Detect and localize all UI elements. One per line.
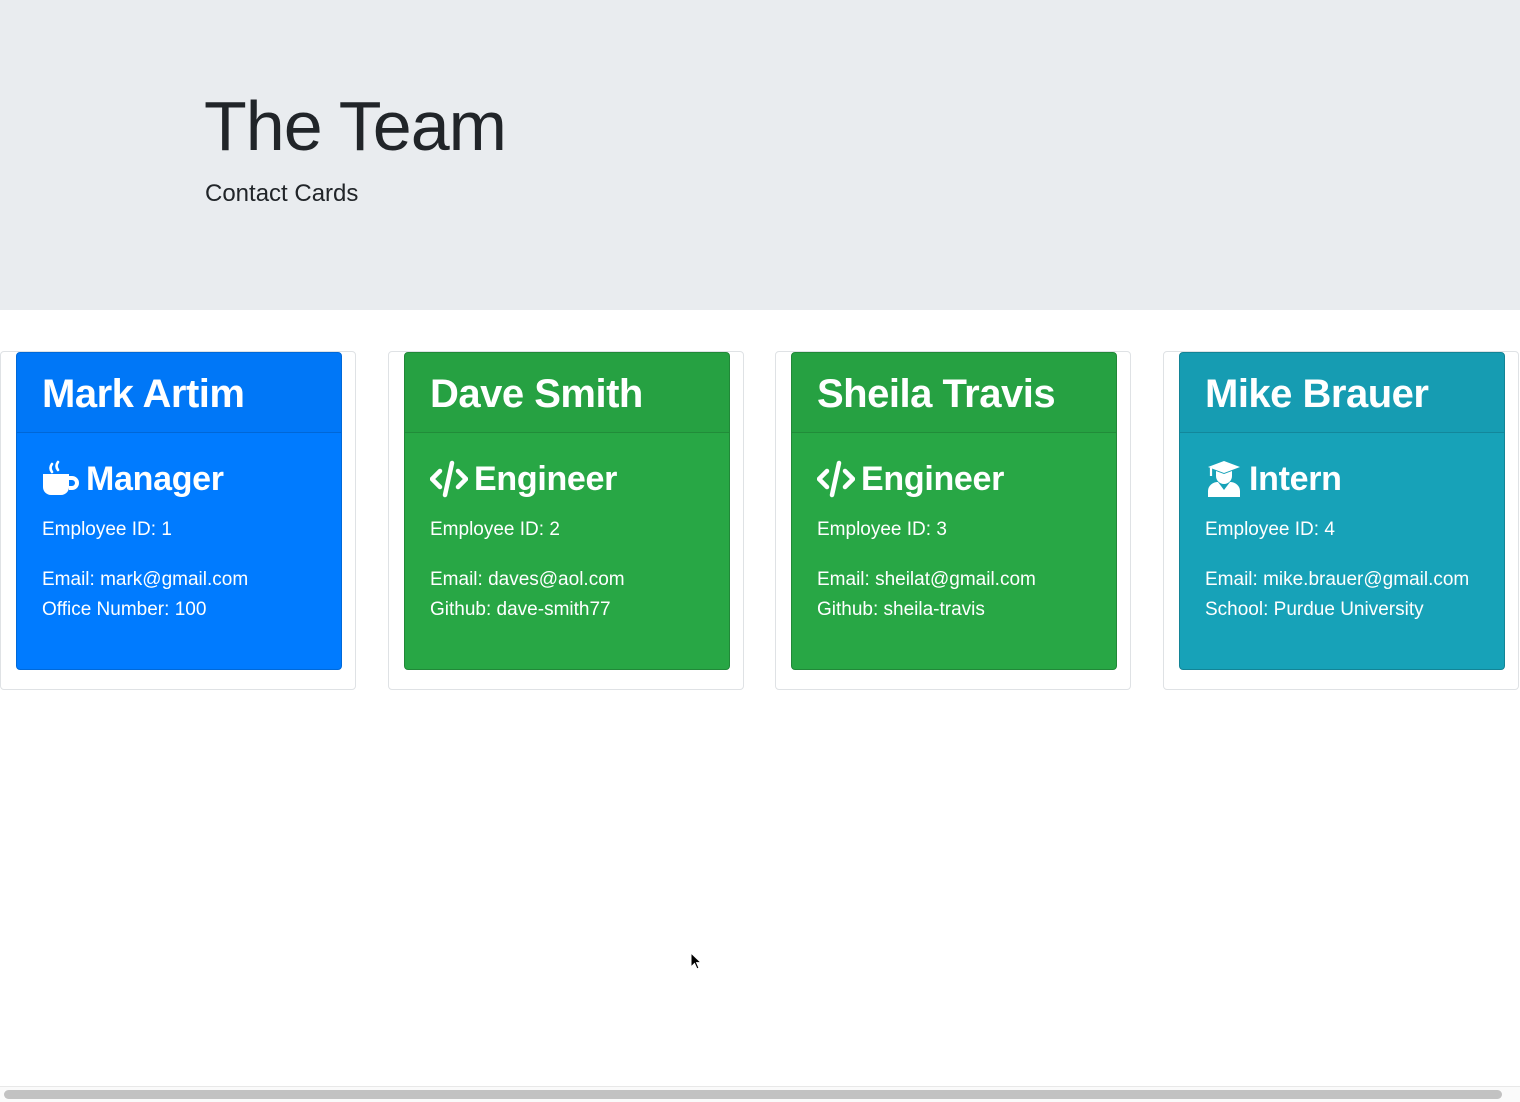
employee-school: School: Purdue University (1205, 599, 1424, 620)
employee-card-wrapper: Dave Smith Engineer Employee ID: 2 Email… (388, 351, 744, 690)
card-header: Mike Brauer (1180, 353, 1504, 433)
employee-name: Mike Brauer (1205, 372, 1429, 416)
employee-email: Email: mark@gmail.com (42, 569, 249, 590)
employee-card-wrapper: Sheila Travis Engineer Employee ID: 3 Em… (775, 351, 1131, 690)
employee-id: Employee ID: 1 (42, 519, 172, 540)
employee-card: Dave Smith Engineer Employee ID: 2 Email… (404, 352, 730, 670)
mouse-cursor-icon (690, 952, 703, 970)
page-title: The Team (204, 87, 507, 165)
employee-id: Employee ID: 3 (817, 519, 947, 540)
graduate-icon (1205, 460, 1243, 498)
role-label: Manager (86, 460, 224, 498)
page-subtitle: Contact Cards (205, 180, 359, 207)
employee-name: Mark Artim (42, 372, 245, 416)
employee-role: Engineer (430, 457, 617, 501)
scrollbar-thumb[interactable] (4, 1090, 1502, 1099)
employee-card: Mike Brauer Intern Employee ID: 4 Email:… (1179, 352, 1505, 670)
employee-name: Dave Smith (430, 372, 643, 416)
employee-office-number: Office Number: 100 (42, 599, 207, 620)
role-label: Intern (1249, 460, 1342, 498)
role-label: Engineer (474, 460, 618, 498)
code-brackets-icon (817, 460, 855, 498)
employee-role: Intern (1205, 457, 1342, 501)
role-label: Engineer (861, 460, 1005, 498)
coffee-mug-icon (42, 460, 80, 498)
employee-card: Sheila Travis Engineer Employee ID: 3 Em… (791, 352, 1117, 670)
employee-card-wrapper: Mark Artim Manager Employee ID: 1 Email:… (0, 351, 356, 690)
employee-id: Employee ID: 2 (430, 519, 560, 540)
employee-card: Mark Artim Manager Employee ID: 1 Email:… (16, 352, 342, 670)
card-header: Sheila Travis (792, 353, 1116, 433)
employee-github: Github: sheila-travis (817, 599, 985, 620)
employee-role: Engineer (817, 457, 1004, 501)
employee-card-wrapper: Mike Brauer Intern Employee ID: 4 Email:… (1163, 351, 1519, 690)
employee-role: Manager (42, 457, 224, 501)
jumbotron-header: The Team Contact Cards (0, 0, 1520, 310)
card-header: Dave Smith (405, 353, 729, 433)
employee-email: Email: daves@aol.com (430, 569, 625, 590)
employee-email: Email: mike.brauer@gmail.com (1205, 569, 1470, 590)
card-header: Mark Artim (17, 353, 341, 433)
employee-github: Github: dave-smith77 (430, 599, 611, 620)
employee-id: Employee ID: 4 (1205, 519, 1335, 540)
employee-name: Sheila Travis (817, 372, 1056, 416)
code-brackets-icon (430, 460, 468, 498)
employee-email: Email: sheilat@gmail.com (817, 569, 1036, 590)
